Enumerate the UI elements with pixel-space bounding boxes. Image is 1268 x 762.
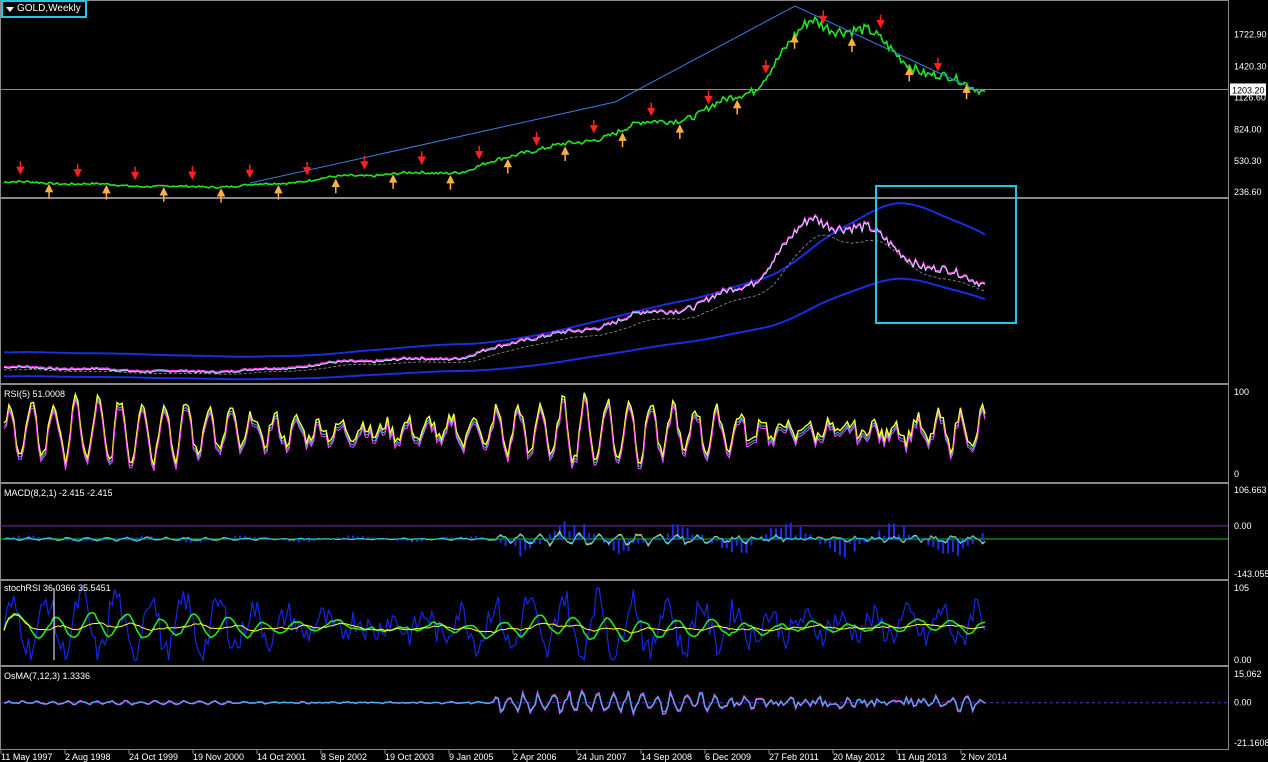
price-line xyxy=(3,15,986,189)
rsi-tick-100: 100 xyxy=(1234,387,1249,397)
x-axis-label: 11 May 1997 xyxy=(1,752,52,762)
buy-arrow-icon xyxy=(790,34,799,49)
stochrsi-label: stochRSI 36.0366 35.5451 xyxy=(4,583,111,593)
buy-arrow-icon xyxy=(847,37,857,53)
macd-tick-bottom: -143.055 xyxy=(1234,569,1268,579)
rsi-yellow-line xyxy=(3,391,986,466)
buy-arrow-icon xyxy=(560,146,570,161)
sell-arrow-icon xyxy=(302,161,312,176)
x-axis-label: 24 Oct 1999 xyxy=(129,752,178,762)
buy-arrow-icon xyxy=(159,187,168,202)
osma-tick-zero: 0.00 xyxy=(1234,698,1252,708)
x-axis-label: 14 Sep 2008 xyxy=(641,752,692,762)
price-tick-label: 236.60 xyxy=(1234,187,1262,197)
x-axis-label: 27 Feb 2011 xyxy=(769,752,819,762)
x-axis-label: 2 Nov 2014 xyxy=(961,752,1007,762)
sell-arrow-icon xyxy=(761,59,771,74)
sell-arrow-icon xyxy=(16,161,25,176)
x-axis-label: 24 Jun 2007 xyxy=(577,752,627,762)
envelope-upper xyxy=(3,202,986,358)
buy-arrow-icon xyxy=(388,174,398,189)
buy-arrow-icon xyxy=(216,188,226,203)
price-tick-label: 530.30 xyxy=(1234,156,1262,166)
moving-average-dashed xyxy=(3,234,986,375)
current-price-label: 1203.20 xyxy=(1232,85,1265,95)
buy-arrow-icon xyxy=(732,99,742,115)
buy-arrow-icon xyxy=(44,183,54,199)
x-axis-label: 8 Sep 2002 xyxy=(321,752,367,762)
osma-label: OsMA(7,12,3) 1.3336 xyxy=(4,671,91,681)
rsi-label: RSI(5) 51.0008 xyxy=(4,389,66,399)
stochrsi-tick-top: 105 xyxy=(1234,583,1249,593)
sell-arrow-icon xyxy=(646,102,656,117)
x-axis-label: 6 Dec 2009 xyxy=(705,752,751,762)
panel-border-2 xyxy=(0,384,1229,483)
x-axis-label: 19 Oct 2003 xyxy=(385,752,434,762)
stochrsi-tick-zero: 0.00 xyxy=(1234,655,1252,665)
sell-arrow-icon xyxy=(933,57,943,72)
panel-border-0 xyxy=(0,0,1229,198)
buy-arrow-icon xyxy=(675,124,685,139)
chart-canvas[interactable]: 1722.901420.301126.60824.00530.30236.601… xyxy=(0,0,1268,762)
x-axis-label: 2 Apr 2006 xyxy=(513,752,557,762)
sell-arrow-icon xyxy=(589,119,599,134)
sell-arrow-icon xyxy=(704,90,713,105)
buy-arrow-icon xyxy=(503,158,513,174)
macd-tick-top: 106.663 xyxy=(1234,485,1267,495)
buy-arrow-icon xyxy=(331,178,340,194)
sell-arrow-icon xyxy=(876,14,885,29)
highlight-box xyxy=(875,185,1017,324)
x-axis-label: 14 Oct 2001 xyxy=(257,752,306,762)
osma-tick-top: 15.062 xyxy=(1234,669,1262,679)
panel-border-4 xyxy=(0,580,1229,666)
sell-arrow-icon xyxy=(417,151,427,165)
macd-tick-zero: 0.00 xyxy=(1234,521,1252,531)
panel-border-5 xyxy=(0,666,1229,750)
envelope-lower xyxy=(4,277,986,381)
x-axis-label: 19 Nov 2000 xyxy=(193,752,244,762)
sell-arrow-icon xyxy=(130,166,140,181)
osma-tick-bottom: -21.1608 xyxy=(1234,738,1268,748)
sell-arrow-icon xyxy=(474,145,484,160)
sell-arrow-icon xyxy=(73,163,82,178)
price-tick-label: 1420.30 xyxy=(1234,61,1267,71)
macd-label: MACD(8,2,1) -2.415 -2.415 xyxy=(4,488,113,498)
symbol-title: GOLD,Weekly xyxy=(17,3,81,14)
sell-arrow-icon xyxy=(245,164,254,179)
x-axis-label: 20 May 2012 xyxy=(833,752,885,762)
x-axis-label: 9 Jan 2005 xyxy=(449,752,494,762)
x-axis-label: 11 Aug 2013 xyxy=(897,752,947,762)
rsi-tick-0: 0 xyxy=(1234,469,1239,479)
price-tick-label: 1722.90 xyxy=(1234,29,1267,39)
buy-arrow-icon xyxy=(618,132,627,148)
panel-border-3 xyxy=(0,483,1229,580)
symbol-title-box[interactable]: GOLD,Weekly xyxy=(1,0,87,18)
x-axis-label: 2 Aug 1998 xyxy=(65,752,111,762)
sell-arrow-icon xyxy=(532,131,541,146)
stochrsi-green-line xyxy=(3,611,986,643)
dropdown-triangle-icon xyxy=(6,7,14,12)
buy-arrow-icon xyxy=(446,174,455,190)
sell-arrow-icon xyxy=(188,166,197,180)
price-tick-label: 824.00 xyxy=(1234,125,1262,135)
stochrsi-blue-line xyxy=(3,587,986,663)
